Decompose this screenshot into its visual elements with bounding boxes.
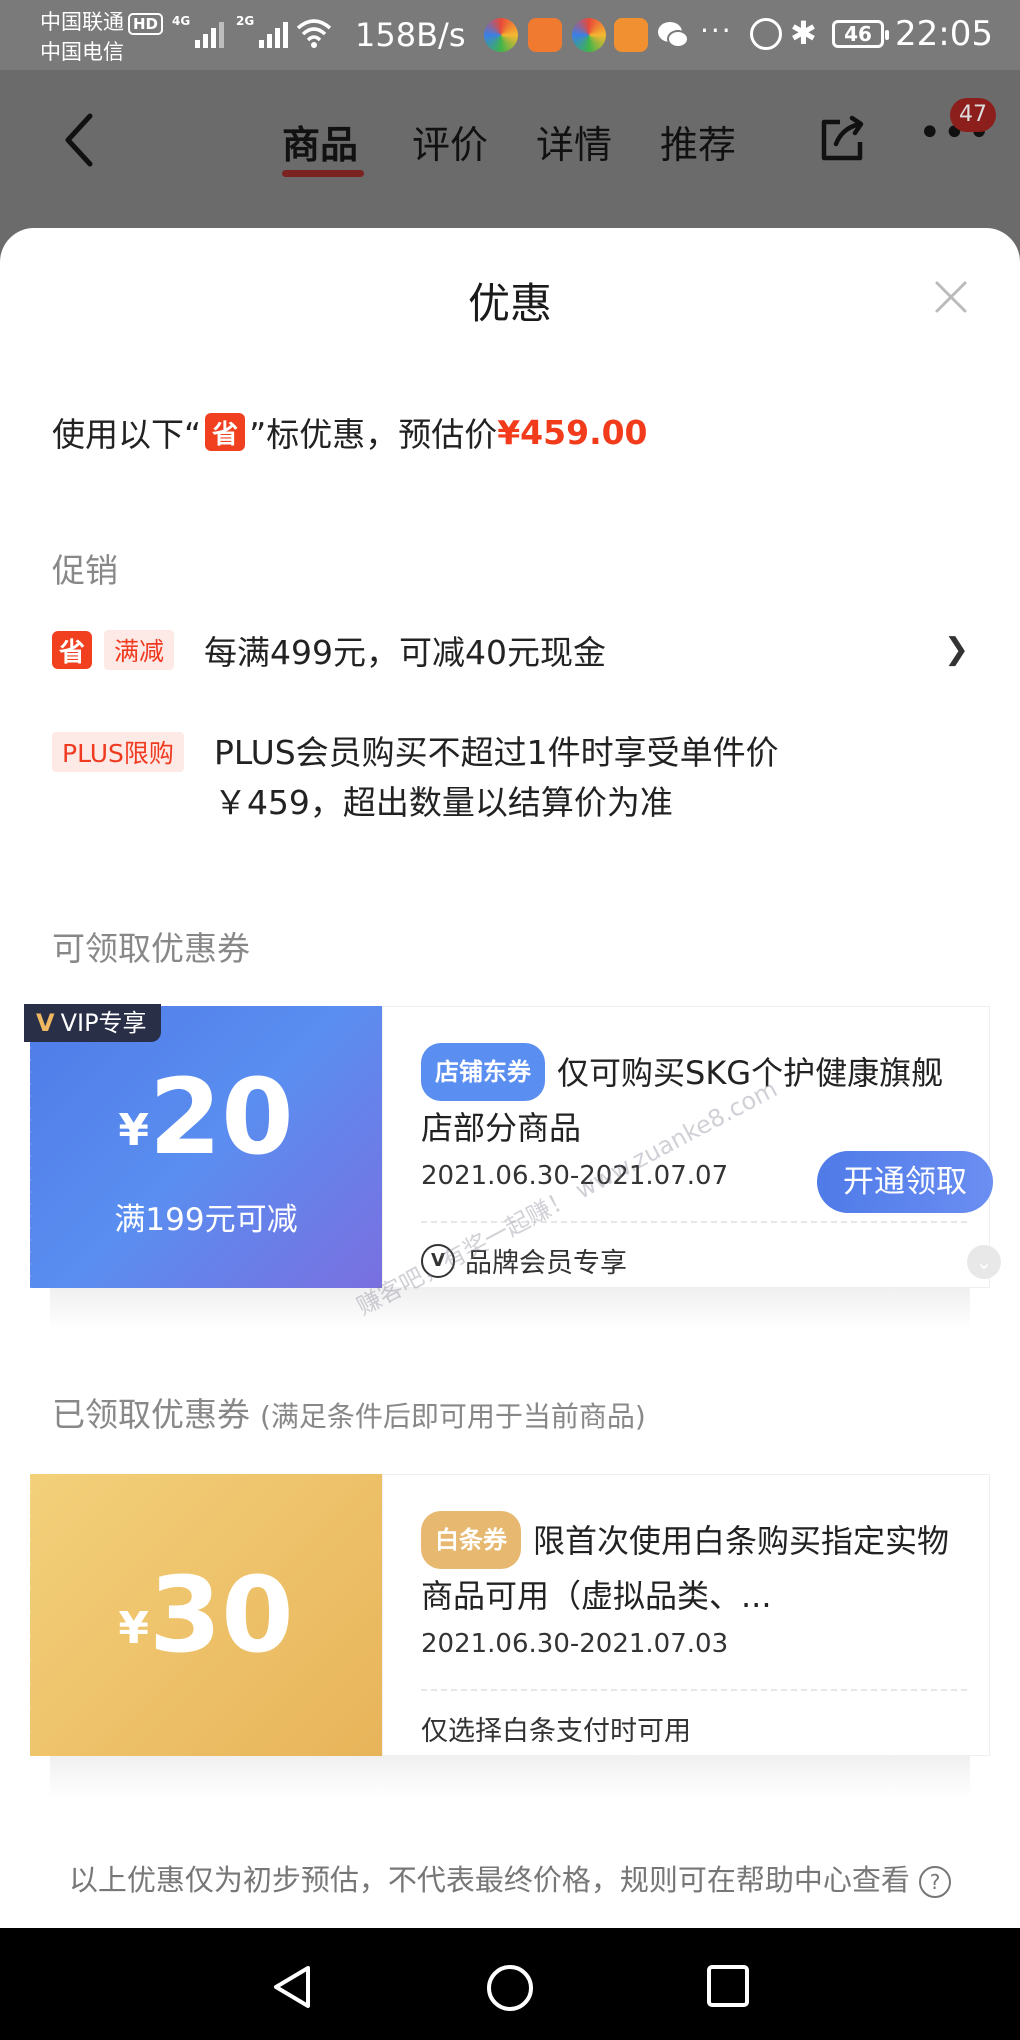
- vip-label: V VIP专享: [24, 1004, 161, 1042]
- expand-chevron-icon[interactable]: ⌄: [967, 1245, 1001, 1279]
- discount-sheet: 优惠 使用以下“ 省 ”标优惠，预估价 ¥459.00 促销 省 满减 每满49…: [0, 228, 1020, 1928]
- coupon-description: 白条券 限首次使用白条购买指定实物商品可用（虚拟品类、...: [421, 1511, 961, 1623]
- coupon-detail-panel: 白条券 限首次使用白条购买指定实物商品可用（虚拟品类、... 2021.06.30…: [382, 1474, 990, 1756]
- wifi-icon: [296, 19, 332, 48]
- close-icon[interactable]: [934, 280, 968, 314]
- chevron-right-icon[interactable]: ❯: [944, 632, 969, 667]
- network-speed: 158B/s: [355, 16, 466, 54]
- tab-reviews[interactable]: 评价: [412, 114, 488, 169]
- system-navigation-bar: [0, 1928, 1020, 2040]
- tab-recommend[interactable]: 推荐: [660, 114, 736, 169]
- coupon-type-tag: 白条券: [421, 1511, 521, 1569]
- carrier2-label: 中国电信: [40, 40, 124, 64]
- back-triangle-icon[interactable]: [270, 1964, 312, 2010]
- coupon-condition: 满199元可减: [114, 1202, 298, 1238]
- received-coupons-title: 已领取优惠券 (满足条件后即可用于当前商品): [52, 1395, 646, 1434]
- video-app-icon: [614, 18, 648, 52]
- wechat-icon: [658, 22, 689, 48]
- save-icon: 省: [52, 631, 92, 669]
- coupon-date-range: 2021.06.30-2021.07.03: [421, 1629, 729, 1659]
- coupon-amount: ¥30: [118, 1554, 294, 1676]
- coupon-value-panel: ¥20 满199元可减: [26, 1006, 382, 1288]
- app-notification-icon: [572, 18, 606, 52]
- coupon-amount: ¥20: [118, 1056, 294, 1178]
- battery-icon: 46: [832, 20, 889, 48]
- claim-coupon-button[interactable]: 开通领取: [817, 1151, 993, 1213]
- summary-prefix: 使用以下“: [52, 415, 202, 454]
- save-icon: 省: [205, 413, 246, 451]
- promotion-item-full-reduction[interactable]: 省 满减 每满499元，可减40元现金: [52, 626, 606, 674]
- tab-details[interactable]: 详情: [536, 114, 612, 169]
- bluetooth-icon: ✱: [790, 14, 817, 52]
- product-nav-bar: 商品 评价 详情 推荐 ••• 47: [0, 70, 1020, 230]
- app-notification-icon: [528, 18, 562, 52]
- received-note: (满足条件后即可用于当前商品): [260, 1400, 646, 1433]
- coupon-value-panel: ¥30: [26, 1474, 382, 1756]
- estimated-price-summary: 使用以下“ 省 ”标优惠，预估价 ¥459.00: [52, 408, 648, 456]
- disclaimer-text: 以上优惠仅为初步预估，不代表最终价格，规则可在帮助中心查看 ?: [60, 1858, 960, 1902]
- tab-product[interactable]: 商品: [282, 114, 358, 169]
- app-notification-icon: [484, 18, 518, 52]
- home-circle-icon[interactable]: [486, 1964, 534, 2012]
- help-info-icon[interactable]: ?: [919, 1866, 952, 1898]
- hd-badge: HD: [128, 13, 164, 35]
- estimated-price: ¥459.00: [497, 412, 648, 452]
- share-icon[interactable]: [818, 114, 866, 164]
- clock: 22:05: [895, 14, 993, 54]
- status-bar: 中国联通 HD 中国电信 4G 2G 158B/s ··· ✱ 46 22:05: [0, 0, 1020, 70]
- divider: [421, 1689, 967, 1691]
- recent-apps-icon[interactable]: [706, 1964, 750, 2008]
- carrier1-label: 中国联通: [40, 10, 124, 34]
- active-tab-indicator: [282, 170, 364, 177]
- coupon-type-tag: 店铺东券: [421, 1043, 545, 1101]
- back-arrow-icon[interactable]: [60, 110, 100, 170]
- promotion-section-title: 促销: [52, 551, 118, 590]
- signal-icon-2: 2G: [236, 14, 289, 48]
- sheet-title: 优惠: [467, 279, 552, 328]
- promotion-text: 每满499元，可减40元现金: [204, 633, 606, 672]
- signal-icon-1: 4G: [172, 14, 225, 48]
- promotion-tag: PLUS限购: [52, 732, 184, 772]
- promotion-item-plus: PLUS限购 PLUS会员购买不超过1件时享受单件价 ￥459，超出数量以结算价…: [52, 728, 779, 828]
- message-count-badge: 47: [950, 98, 996, 132]
- carrier-info: 中国联通 HD 中国电信: [40, 8, 164, 66]
- received-coupon: ¥30 白条券 限首次使用白条购买指定实物商品可用（虚拟品类、... 2021.0…: [26, 1474, 990, 1798]
- alarm-icon: [750, 18, 782, 50]
- promotion-tag: 满减: [104, 630, 175, 670]
- summary-suffix: ”标优惠，预估价: [249, 415, 498, 454]
- promotion-text: PLUS会员购买不超过1件时享受单件价 ￥459，超出数量以结算价为准: [213, 733, 779, 822]
- available-coupon: ¥20 满199元可减 V VIP专享 店铺东券 仅可购买SKG个护健康旗舰店部分商…: [24, 1004, 1001, 1330]
- coupon-footer: 仅选择白条支付时可用: [421, 1716, 691, 1747]
- available-coupons-title: 可领取优惠券: [52, 929, 250, 968]
- more-notifications-icon: ···: [700, 14, 733, 47]
